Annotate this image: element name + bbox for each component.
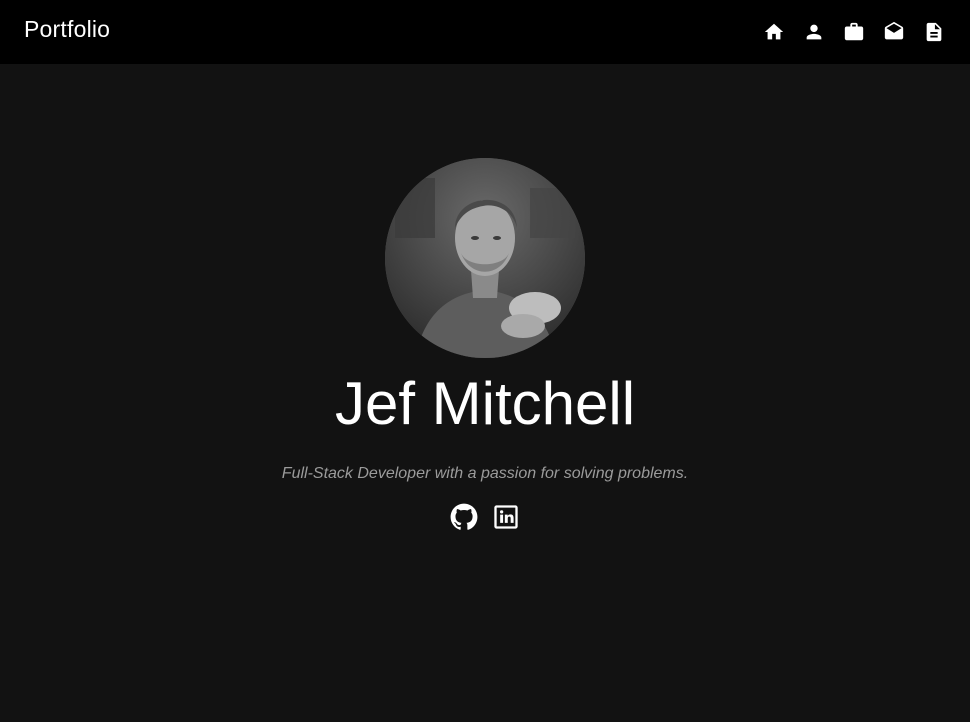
mail-icon [884,21,904,40]
briefcase-icon [844,22,864,41]
nav-about-button[interactable] [802,20,826,44]
nav-resume-button[interactable] [922,20,946,44]
profile-tagline: Full-Stack Developer with a passion for … [281,465,689,482]
github-link[interactable] [450,502,478,532]
brand-title[interactable]: Portfolio [24,14,110,44]
document-icon [926,22,942,42]
nav-work-button[interactable] [842,20,866,44]
home-icon [764,23,784,40]
linkedin-link[interactable] [492,502,520,532]
profile-avatar [385,158,585,358]
avatar-portrait-image [385,158,585,358]
github-icon [450,503,478,530]
profile-name: Jef Mitchell [334,370,636,437]
person-icon [806,24,822,40]
top-navbar: Portfolio [0,0,970,64]
nav-icons [762,20,946,44]
hero-section: Jef Mitchell Full-Stack Developer with a… [0,64,970,722]
social-links [0,502,970,532]
nav-contact-button[interactable] [882,20,906,44]
nav-home-button[interactable] [762,20,786,44]
linkedin-icon [494,505,518,529]
